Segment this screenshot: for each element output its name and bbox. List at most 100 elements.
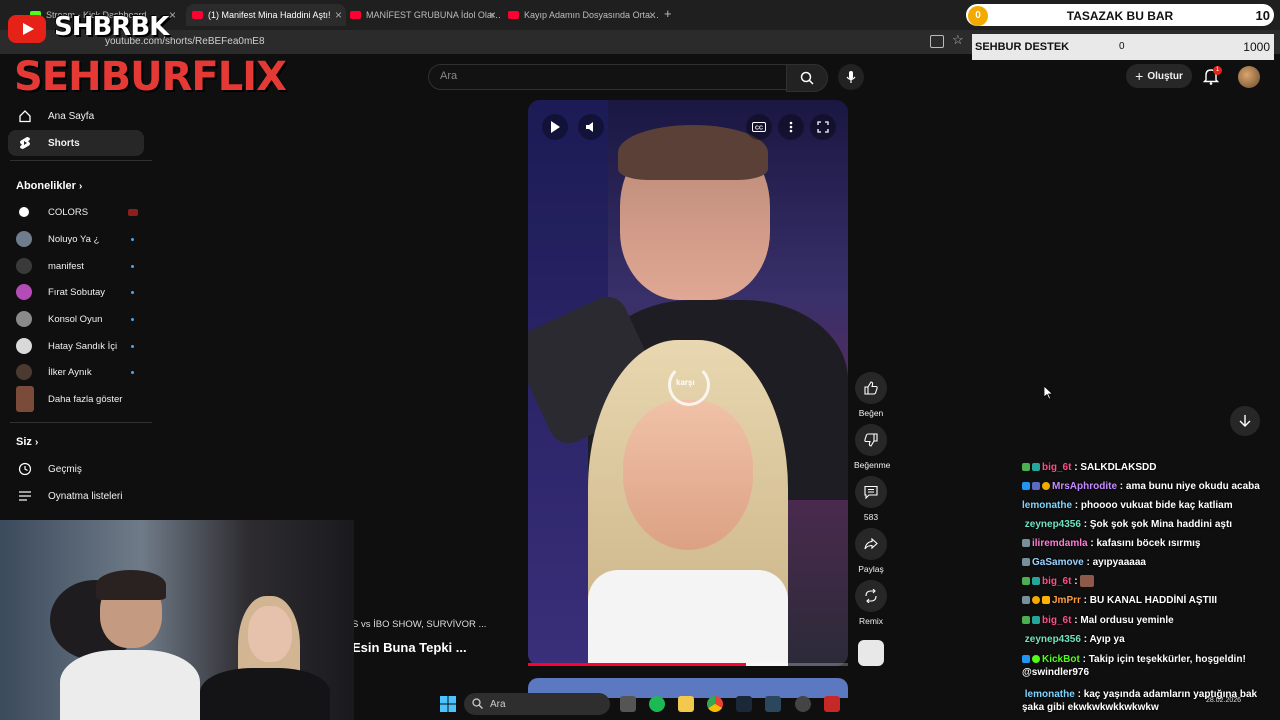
gift-badge-icon — [1032, 616, 1040, 625]
subscription-item[interactable]: COLORS — [16, 201, 146, 223]
chat-message: MrsAphrodite : ama bunu niye okudu acaba — [1022, 480, 1262, 493]
remix-button[interactable]: Remix — [854, 580, 888, 626]
tab-kayip-adam[interactable]: Kayıp Adamın Dosyasında Orta… × — [504, 4, 660, 26]
search-button[interactable] — [786, 64, 828, 92]
comments-button[interactable]: 583 — [854, 476, 888, 522]
live-indicator-icon — [128, 208, 138, 216]
search-input[interactable] — [428, 64, 788, 90]
new-tab-button[interactable]: + — [664, 6, 672, 21]
subscriber-badge-icon — [1022, 463, 1030, 472]
webcam-person-2-shirt — [200, 668, 330, 720]
subscription-item[interactable]: İlker Aynık — [16, 361, 146, 383]
next-video-button[interactable] — [1230, 406, 1260, 436]
divider — [10, 160, 152, 161]
channel-avatar — [16, 338, 32, 354]
new-content-dot — [131, 317, 134, 321]
like-button[interactable]: Beğen — [854, 372, 888, 418]
sidebar-item-history[interactable]: Geçmiş — [8, 456, 144, 482]
home-icon — [19, 110, 31, 123]
brand-logo: SEHBURFLIX — [14, 54, 287, 100]
channel-name: Fırat Sobutay — [48, 286, 106, 298]
chat-username: KickBot — [1042, 654, 1080, 665]
dislike-button[interactable]: Beğenme — [854, 424, 891, 470]
play-button[interactable] — [542, 114, 568, 140]
sidebar-item-label: Oynatma listeleri — [48, 490, 123, 502]
close-tab-icon[interactable]: × — [649, 8, 656, 22]
webcam-person-1-shirt — [60, 650, 200, 720]
chevron-right-icon: › — [34, 437, 39, 448]
adjacent-short-title[interactable]: Esin Buna Tepki ... — [352, 640, 467, 655]
youtube-favicon-icon — [192, 11, 203, 19]
chat-text: Ayıp ya — [1089, 634, 1125, 645]
tab-manifest-short[interactable]: (1) Manifest Mina Haddini Aştı! × — [186, 4, 346, 26]
sidebar-item-label: Geçmiş — [48, 463, 82, 475]
chevron-right-icon: › — [78, 181, 83, 192]
captions-button[interactable]: CC — [746, 114, 772, 140]
you-heading[interactable]: Siz › — [16, 436, 38, 448]
adjacent-short-subtitle[interactable]: S vs İBO SHOW, SURVİVOR ... — [352, 619, 486, 630]
like-icon — [864, 381, 878, 395]
tab-manifest-grubu[interactable]: MANİFEST GRUBUNA İdol Olar… × — [346, 4, 500, 26]
support-current: 0 — [1119, 41, 1125, 52]
subscription-item[interactable]: Fırat Sobutay — [16, 281, 146, 303]
fullscreen-button[interactable] — [810, 114, 836, 140]
video-overlay-face — [623, 400, 753, 550]
new-content-dot — [131, 370, 134, 374]
channel-name: Hatay Sandık İçi — [48, 340, 118, 352]
task-view-icon[interactable] — [620, 696, 636, 712]
crown-badge-icon — [1042, 596, 1050, 605]
search-icon — [472, 698, 483, 709]
chat-username: big_6t — [1042, 615, 1072, 626]
create-label: Oluştur — [1147, 70, 1183, 82]
share-button[interactable]: Paylaş — [854, 528, 888, 574]
sidebar-item-shorts[interactable]: Shorts — [8, 130, 144, 156]
subscriptions-heading[interactable]: Abonelikler › — [16, 180, 82, 192]
install-app-icon[interactable] — [930, 35, 944, 48]
windows-start-icon[interactable] — [440, 696, 456, 712]
create-button[interactable]: + Oluştur — [1126, 64, 1192, 88]
steam-alt-icon[interactable] — [765, 696, 781, 712]
bot-badge-icon — [1032, 655, 1040, 664]
taskbar-search[interactable] — [464, 693, 610, 715]
close-tab-icon[interactable]: × — [335, 8, 342, 22]
steam-icon[interactable] — [736, 696, 752, 712]
obs-icon[interactable] — [795, 696, 811, 712]
tab-label: (1) Manifest Mina Haddini Aştı! — [208, 10, 331, 20]
voice-search-button[interactable] — [838, 64, 864, 90]
subscription-item[interactable]: Hatay Sandık İçi — [16, 335, 146, 357]
chat-message: GaSamove : ayıpyaaaaa — [1022, 556, 1262, 569]
sound-thumbnail[interactable] — [858, 640, 884, 666]
emote-icon — [1080, 575, 1095, 588]
account-avatar[interactable] — [1238, 66, 1260, 88]
close-tab-icon[interactable]: × — [169, 8, 176, 22]
remix-label: Remix — [858, 616, 884, 626]
video-overlay-shirt — [588, 570, 788, 666]
chat-text: SALKDLAKSDD — [1080, 462, 1157, 473]
coin-badge-icon — [1042, 482, 1050, 491]
channel-avatar — [16, 204, 32, 220]
subscriber-badge-icon — [1022, 577, 1030, 586]
close-tab-icon[interactable]: × — [489, 8, 496, 22]
chat-message: KickBot : Takip için teşekkürler, hoşgel… — [1022, 654, 1246, 678]
chrome-icon[interactable] — [707, 696, 723, 712]
voicemeeter-icon[interactable] — [824, 696, 840, 712]
file-explorer-icon[interactable] — [678, 696, 694, 712]
chat-username: MrsAphrodite — [1052, 481, 1117, 492]
shorts-icon — [20, 137, 30, 149]
tab-label: MANİFEST GRUBUNA İdol Olar… — [366, 10, 500, 20]
subscription-item[interactable]: manifest — [16, 255, 146, 277]
chat-username: JmPrr — [1052, 595, 1081, 606]
spotify-icon[interactable] — [649, 696, 665, 712]
chat-message: zeynep4356 : Şok şok şok Mina haddini aş… — [1024, 519, 1233, 530]
dislike-label: Beğenme — [854, 460, 891, 470]
volume-button[interactable] — [578, 114, 604, 140]
subscription-item[interactable]: Noluyo Ya ¿ — [16, 228, 146, 250]
sidebar-item-playlists[interactable]: Oynatma listeleri — [8, 483, 144, 509]
bookmark-star-icon[interactable]: ☆ — [952, 32, 964, 48]
chat-text: Şok şok şok Mina haddini aştı — [1089, 519, 1233, 530]
channel-name: manifest — [48, 260, 84, 272]
sidebar-item-home[interactable]: Ana Sayfa — [8, 103, 144, 129]
subscription-item[interactable]: Konsol Oyun — [16, 308, 146, 330]
show-more-button[interactable]: Daha fazla göster — [16, 386, 146, 412]
more-options-button[interactable] — [778, 114, 804, 140]
